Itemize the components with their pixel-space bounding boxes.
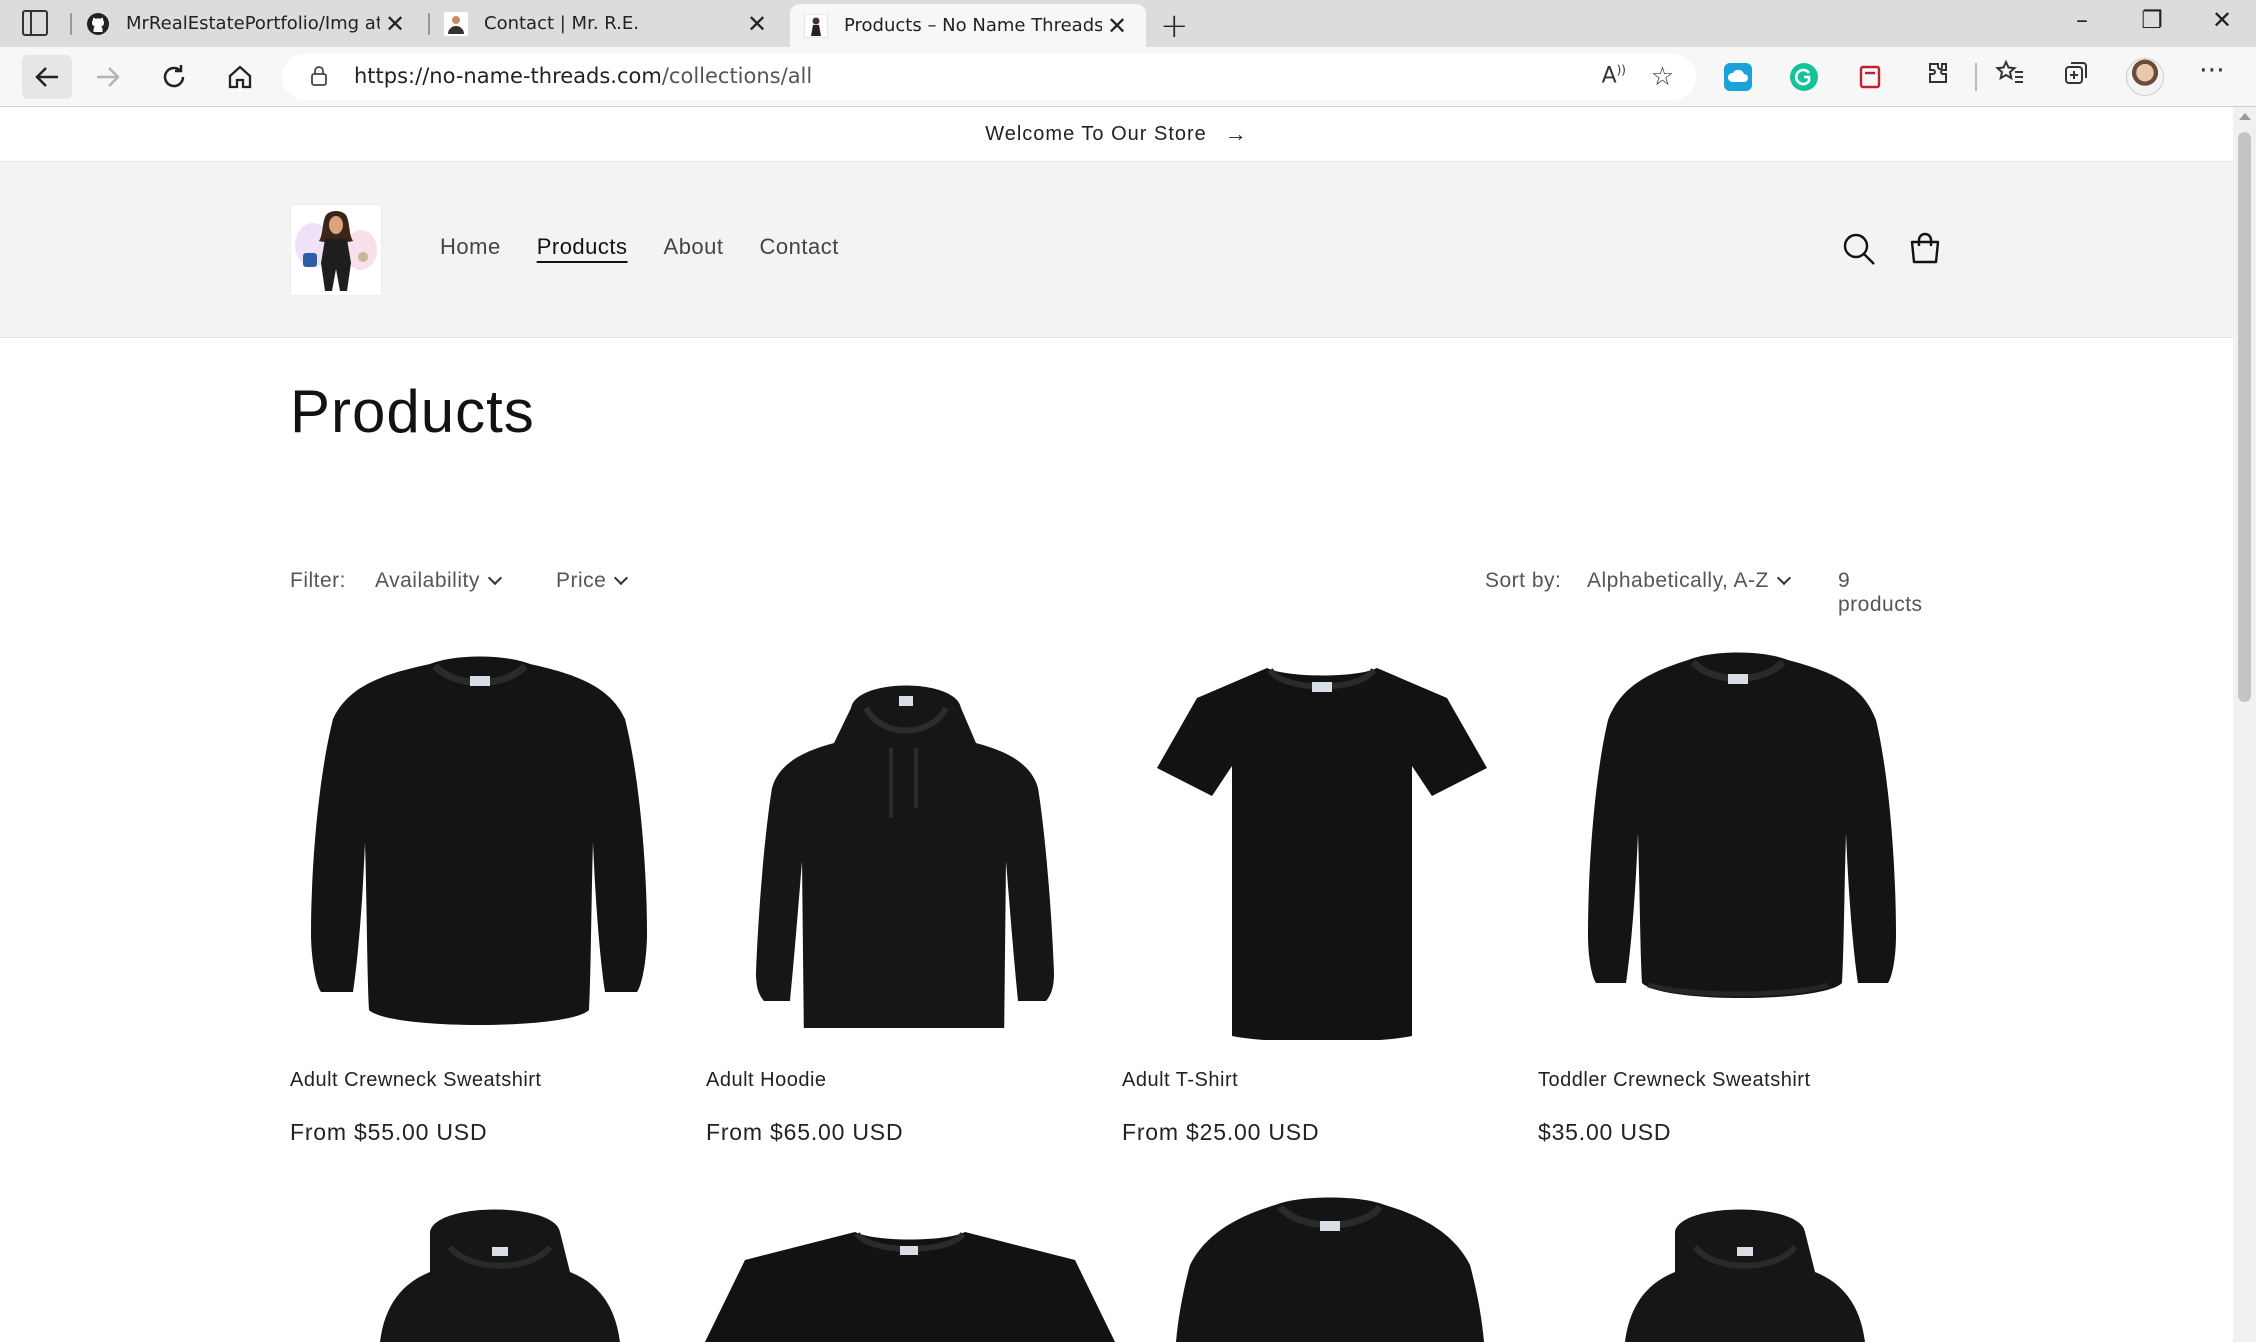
store-header: Home Products About Contact (0, 162, 2233, 338)
product-name[interactable]: Adult Hoodie (706, 1069, 827, 1092)
product-price: $35.00 USD (1538, 1119, 1672, 1145)
toolbar-divider (1975, 63, 1977, 91)
browser-toolbar: https://no-name-threads.com/collections/… (0, 47, 2256, 107)
favorites-icon[interactable] (1992, 59, 2028, 94)
crewneck-sweatshirt-image (311, 656, 647, 1025)
scroll-up-icon[interactable] (2239, 113, 2251, 120)
url-text[interactable]: https://no-name-threads.com/collections/… (354, 64, 812, 88)
sort-select[interactable]: Alphabetically, A-Z (1587, 569, 1791, 593)
product-card[interactable]: Adult Crewneck Sweatshirt From $55.00 US… (290, 642, 670, 1145)
chevron-down-icon (614, 570, 629, 586)
profile-avatar[interactable] (2126, 58, 2164, 96)
scrollbar-thumb[interactable] (2238, 132, 2251, 702)
filter-label: Filter: (290, 569, 346, 592)
tab-actions-icon[interactable] (22, 10, 48, 36)
availability-filter[interactable]: Availability (375, 569, 502, 593)
availability-filter-label: Availability (375, 569, 480, 592)
site-avatar-icon (444, 11, 468, 36)
product-price: From $25.00 USD (1122, 1119, 1320, 1145)
close-tab-icon[interactable]: ✕ (742, 10, 772, 38)
store-logo-icon (804, 13, 828, 38)
refresh-icon[interactable] (156, 59, 192, 95)
store-logo[interactable] (290, 204, 382, 296)
browser-tab-products[interactable]: Products – No Name Threads ✕ (790, 4, 1146, 47)
product-price: From $55.00 USD (290, 1119, 488, 1145)
grammarly-icon[interactable] (1790, 63, 1818, 91)
lock-icon (311, 66, 327, 86)
hoodie-image (380, 1209, 620, 1342)
announcement-bar[interactable]: Welcome To Our Store → (0, 107, 2233, 162)
page-scrollbar[interactable] (2233, 107, 2256, 1342)
nav-products[interactable]: Products (537, 234, 628, 260)
tshirt-image (1157, 667, 1487, 1040)
search-icon[interactable] (1842, 232, 1876, 266)
chevron-down-icon (487, 570, 502, 586)
nav-about[interactable]: About (664, 234, 724, 260)
browser-tab-github[interactable]: MrRealEstatePortfolio/Img at ma ✕ (72, 0, 424, 47)
toddler-crewneck-image (1588, 652, 1896, 998)
github-icon (87, 12, 109, 35)
product-image[interactable] (1538, 642, 1918, 1042)
home-icon[interactable] (222, 59, 258, 95)
read-aloud-label: A (1601, 63, 1617, 89)
minimize-icon[interactable]: – (2062, 6, 2102, 34)
sort-label: Sort by: (1485, 569, 1562, 592)
store-logo-image (295, 211, 377, 291)
tab-title: Contact | Mr. R.E. (484, 13, 639, 34)
new-tab-icon[interactable]: + (1160, 6, 1189, 46)
url-host: https://no-name-threads.com (354, 64, 662, 88)
nav-home[interactable]: Home (440, 234, 501, 260)
product-image[interactable] (290, 642, 670, 1042)
pdf-extension-icon[interactable] (1856, 63, 1884, 91)
product-card[interactable]: Adult T-Shirt From $25.00 USD (1122, 642, 1502, 1145)
back-icon[interactable] (22, 55, 72, 99)
product-image[interactable] (1122, 642, 1502, 1042)
restore-icon[interactable]: ❐ (2132, 6, 2172, 34)
crewneck-sweatshirt-image (1176, 1197, 1484, 1342)
browser-tab-contact[interactable]: Contact | Mr. R.E. ✕ (430, 0, 786, 47)
price-filter-label: Price (556, 569, 607, 592)
product-card[interactable]: Adult Hoodie From $65.00 USD (706, 642, 1086, 1145)
page-title: Products (290, 378, 535, 445)
hoodie-image (756, 685, 1054, 1028)
tab-title: MrRealEstatePortfolio/Img at ma (126, 13, 380, 34)
address-bar[interactable]: https://no-name-threads.com/collections/… (282, 54, 1696, 100)
cloud-extension-icon[interactable] (1724, 63, 1752, 91)
price-filter[interactable]: Price (556, 569, 629, 593)
add-favorite-icon[interactable]: ☆ (1651, 62, 1674, 92)
tshirt-image (705, 1231, 1115, 1342)
cart-icon[interactable] (1908, 232, 1942, 266)
arrow-right-icon: → (1224, 121, 1248, 146)
main-nav: Home Products About Contact (440, 234, 839, 260)
read-aloud-icon[interactable]: A)) (1602, 63, 1626, 88)
product-price: From $65.00 USD (706, 1119, 904, 1145)
tab-title: Products – No Name Threads (844, 15, 1102, 36)
sort-value: Alphabetically, A-Z (1587, 569, 1769, 592)
url-path: /collections/all (661, 64, 813, 88)
announcement-text: Welcome To Our Store (985, 122, 1207, 145)
web-page: Welcome To Our Store → Home Products Abo… (0, 107, 2233, 1342)
extensions-icon[interactable] (1920, 59, 1956, 94)
close-tab-icon[interactable]: ✕ (1102, 12, 1132, 40)
product-card[interactable]: Toddler Crewneck Sweatshirt $35.00 USD (1538, 642, 1918, 1145)
product-image[interactable] (706, 642, 1086, 1042)
product-name[interactable]: Adult Crewneck Sweatshirt (290, 1069, 541, 1092)
hoodie-image (1625, 1209, 1865, 1342)
filter-sort-bar: Filter: Availability Price Sort by: Alph… (290, 563, 1940, 616)
product-name[interactable]: Toddler Crewneck Sweatshirt (1538, 1069, 1811, 1092)
chevron-down-icon (1776, 570, 1791, 586)
browser-tab-strip: MrRealEstatePortfolio/Img at ma ✕ Contac… (0, 0, 2256, 47)
more-options-icon[interactable]: ⋯ (2194, 55, 2230, 85)
close-tab-icon[interactable]: ✕ (380, 10, 410, 38)
forward-icon[interactable] (90, 59, 126, 95)
nav-contact[interactable]: Contact (760, 234, 839, 260)
collections-icon[interactable] (2058, 59, 2094, 94)
close-window-icon[interactable]: ✕ (2202, 6, 2242, 34)
product-name[interactable]: Adult T-Shirt (1122, 1069, 1238, 1092)
product-count: 9 products (1838, 569, 1923, 616)
